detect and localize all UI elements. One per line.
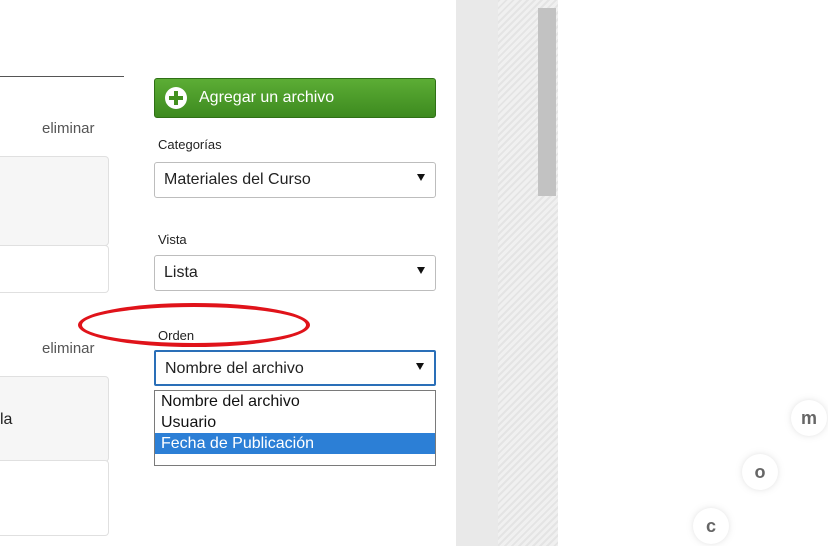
chevron-down-icon (416, 363, 424, 370)
file-card-footer (0, 245, 109, 293)
chevron-down-icon (417, 174, 425, 181)
view-value: Lista (164, 264, 198, 281)
order-option-highlighted[interactable]: Fecha de Publicación (155, 433, 435, 454)
view-select[interactable]: Lista (154, 255, 436, 291)
categories-label: Categorías (158, 137, 222, 152)
partial-text: la (0, 411, 13, 428)
watermark-letter: c (697, 512, 725, 540)
chevron-down-icon (417, 267, 425, 274)
delete-link-2[interactable]: eliminar (42, 340, 95, 357)
annotation-ellipse (78, 303, 310, 347)
order-option[interactable]: Nombre del archivo (155, 391, 435, 412)
file-card (0, 376, 109, 462)
scrollbar-thumb[interactable] (538, 8, 556, 196)
watermark-letter: o (746, 458, 774, 486)
delete-link-1[interactable]: eliminar (42, 120, 95, 137)
file-card-footer (0, 460, 109, 536)
watermark-letter: m (795, 404, 823, 432)
view-label: Vista (158, 232, 187, 247)
categories-value: Materiales del Curso (164, 171, 311, 188)
add-file-button[interactable]: Agregar un archivo (154, 78, 436, 118)
order-dropdown-list: Nombre del archivo Usuario Fecha de Publ… (154, 390, 436, 466)
plus-circle-icon (165, 87, 187, 109)
order-value: Nombre del archivo (165, 360, 304, 377)
divider (0, 76, 124, 77)
file-card (0, 156, 109, 246)
order-select[interactable]: Nombre del archivo (154, 350, 436, 386)
add-file-label: Agregar un archivo (199, 89, 335, 106)
categories-select[interactable]: Materiales del Curso (154, 162, 436, 198)
order-option[interactable]: Usuario (155, 412, 435, 433)
